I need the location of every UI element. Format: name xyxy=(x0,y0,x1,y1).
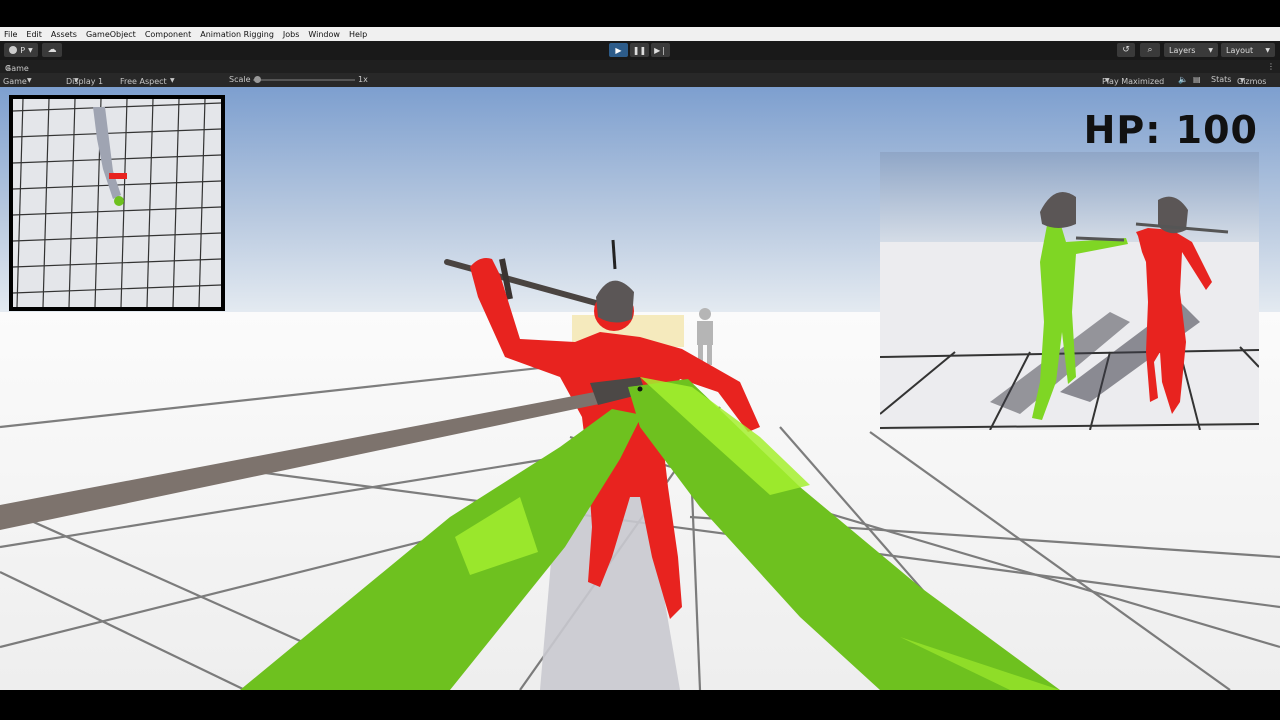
display-label: Display 1 xyxy=(66,77,104,86)
crosshair xyxy=(637,386,643,392)
layers-label: Layers xyxy=(1169,45,1196,55)
chevron-down-icon: ▼ xyxy=(1265,46,1270,54)
menu-file[interactable]: File xyxy=(4,30,17,39)
game-view-toolbar: Game ▼ Display 1 ▼ Free Aspect ▼ Scale 1x P… xyxy=(0,73,1280,87)
chevron-down-icon: ▼ xyxy=(1240,77,1245,84)
menu-help[interactable]: Help xyxy=(349,30,367,39)
stats-button[interactable]: Stats xyxy=(1211,75,1231,84)
layers-dropdown[interactable]: Layers ▼ xyxy=(1164,43,1218,57)
more-options-icon[interactable]: ⋮ xyxy=(1267,62,1275,71)
pip-scene xyxy=(880,152,1259,430)
cloud-button[interactable]: ☁ xyxy=(42,43,62,57)
menu-gameobject[interactable]: GameObject xyxy=(86,30,136,39)
unity-editor-window: File Edit Assets GameObject Component An… xyxy=(0,0,1280,720)
vsync-icon[interactable]: ▤ xyxy=(1193,75,1201,84)
minimap xyxy=(9,95,225,311)
menu-assets[interactable]: Assets xyxy=(51,30,77,39)
audio-mute-icon[interactable]: 🔈 xyxy=(1178,75,1188,84)
menu-bar: File Edit Assets GameObject Component An… xyxy=(0,27,1280,41)
third-person-camera-view xyxy=(880,152,1259,430)
menu-window[interactable]: Window xyxy=(308,30,340,39)
minimap-player xyxy=(114,196,124,206)
chevron-down-icon: ▼ xyxy=(1208,46,1213,54)
menu-animation-rigging[interactable]: Animation Rigging xyxy=(200,30,274,39)
layout-dropdown[interactable]: Layout ▼ xyxy=(1221,43,1275,57)
scale-slider-handle[interactable] xyxy=(254,76,261,83)
chevron-down-icon: ▼ xyxy=(27,77,32,84)
scale-value: 1x xyxy=(358,75,368,84)
play-icon: ▶ xyxy=(615,45,622,55)
hp-display: HP: 100 xyxy=(1083,108,1258,152)
chevron-down-icon: ▼ xyxy=(74,77,79,84)
menu-jobs[interactable]: Jobs xyxy=(283,30,300,39)
layout-label: Layout xyxy=(1226,45,1254,55)
scale-label: Scale xyxy=(229,75,251,84)
play-button[interactable]: ▶ xyxy=(609,43,628,57)
main-toolbar: P ▼ ☁ ▶ ❚❚ ▶❘ ↺ ⌕ Layers ▼ Layout ▼ xyxy=(0,41,1280,60)
play-maximized-label: Play Maximized xyxy=(1102,77,1165,86)
search-button[interactable]: ⌕ xyxy=(1140,43,1160,57)
game-viewport[interactable]: HP: 100 xyxy=(0,87,1280,690)
pause-button[interactable]: ❚❚ xyxy=(630,43,649,57)
pip-player-sword xyxy=(1075,236,1125,242)
chevron-down-icon: ▼ xyxy=(28,46,33,54)
chevron-down-icon: ▼ xyxy=(1105,77,1110,84)
cloud-icon: ☁ xyxy=(47,45,57,55)
view-mode-label: Game xyxy=(3,77,27,86)
step-icon: ▶❘ xyxy=(654,45,667,55)
pause-icon: ❚❚ xyxy=(632,45,647,55)
minimap-view xyxy=(13,99,221,307)
account-dropdown[interactable]: P ▼ xyxy=(4,43,38,57)
step-button[interactable]: ▶❘ xyxy=(651,43,670,57)
menu-component[interactable]: Component xyxy=(145,30,191,39)
tab-game-label: Game xyxy=(5,64,29,73)
menu-edit[interactable]: Edit xyxy=(26,30,42,39)
minimap-enemy xyxy=(109,173,127,179)
history-icon: ↺ xyxy=(1122,45,1130,55)
history-button[interactable]: ↺ xyxy=(1117,43,1135,57)
account-label: P xyxy=(20,45,26,55)
window-tab-bar: ⊚ Game ⋮ xyxy=(0,60,1280,73)
search-icon: ⌕ xyxy=(1147,45,1153,55)
account-icon xyxy=(9,46,18,54)
scale-slider-track[interactable] xyxy=(253,79,355,81)
chevron-down-icon: ▼ xyxy=(170,77,175,84)
aspect-label: Free Aspect xyxy=(120,77,167,86)
bottom-letterbox xyxy=(0,690,1280,720)
